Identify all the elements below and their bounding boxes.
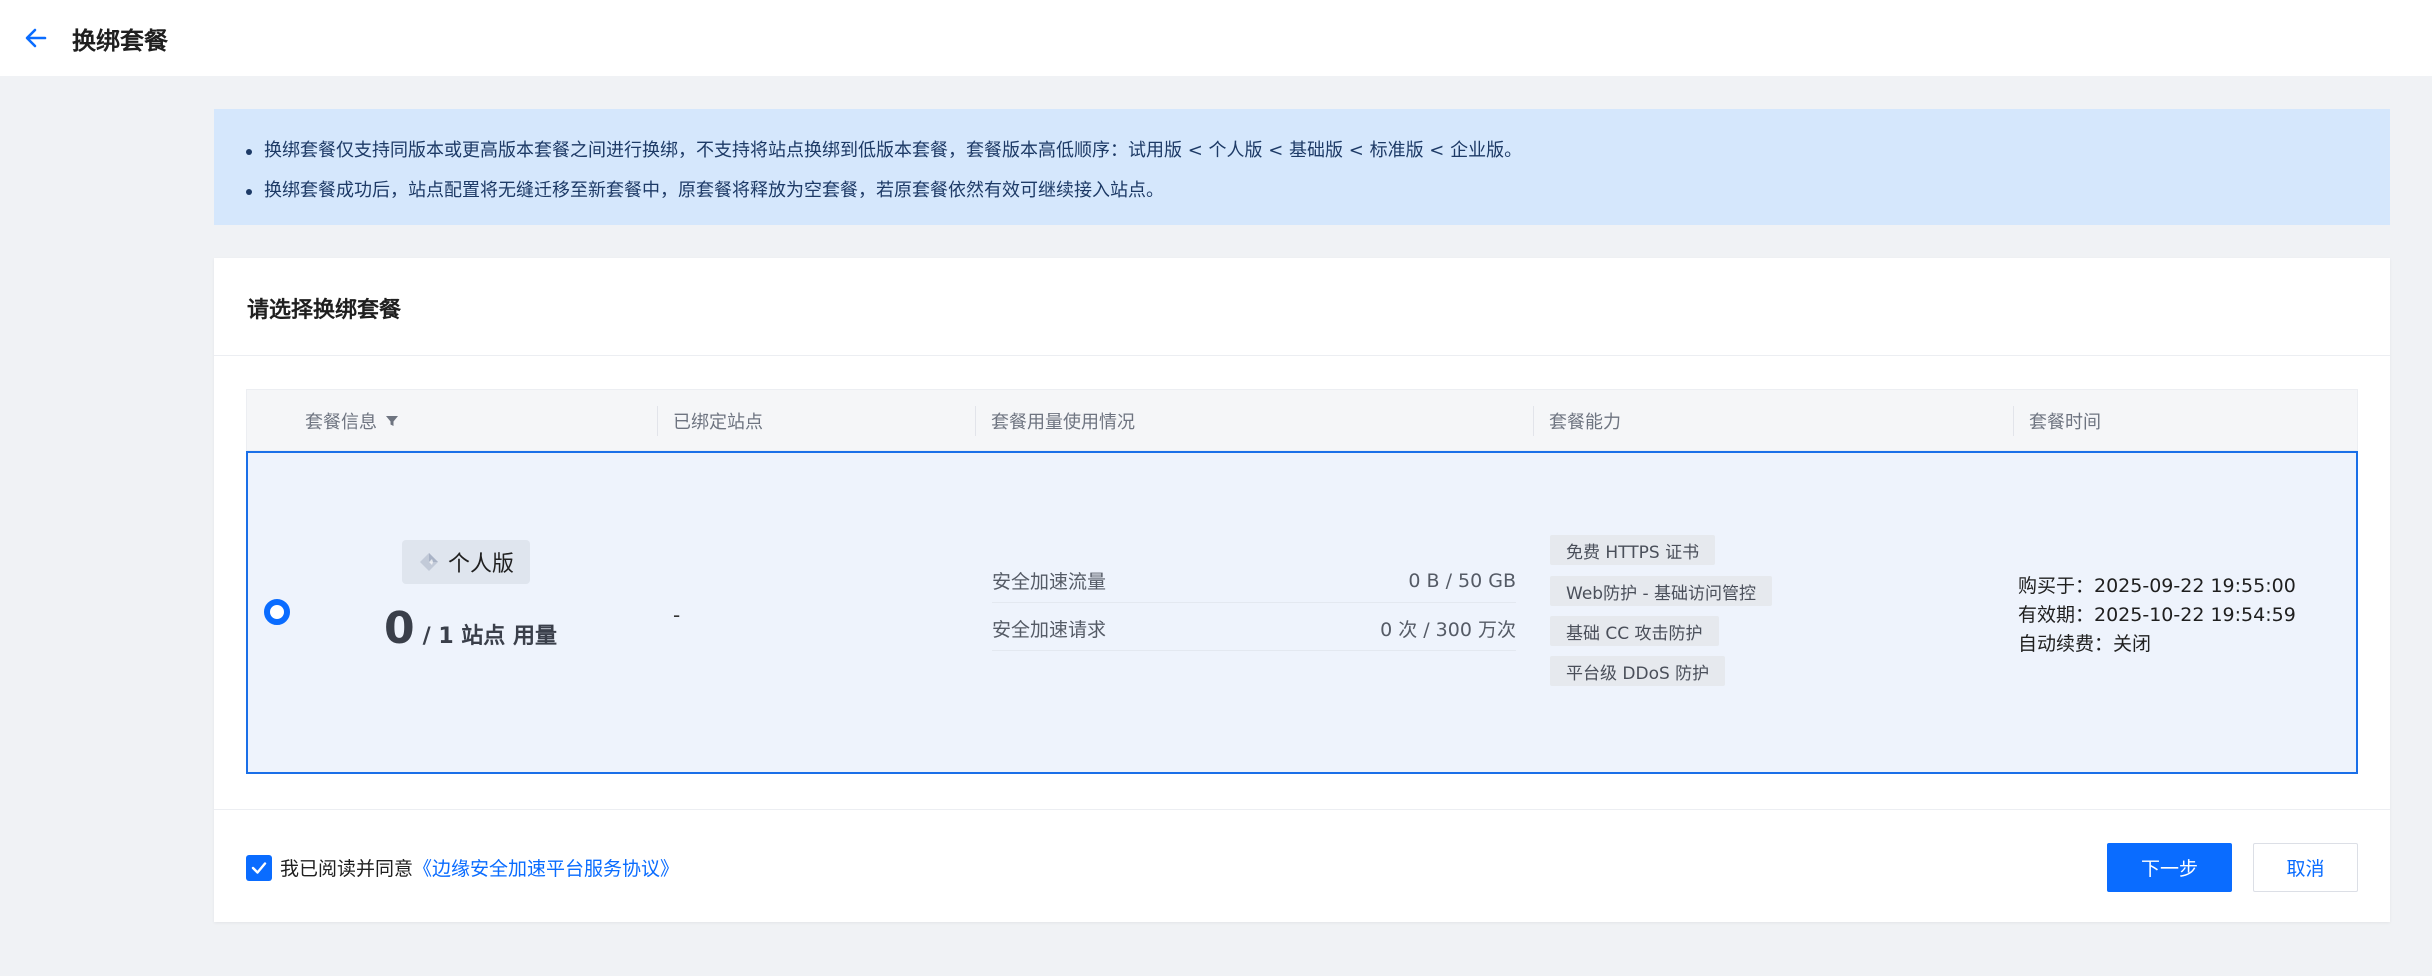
column-header-usage: 套餐用量使用情况 — [991, 412, 1135, 433]
checkbox-checked[interactable] — [246, 854, 272, 881]
plan-select-card: 请选择换绑套餐 套餐信息 已绑定站点 套餐用量使用情况 套餐能力 套餐时间 个人… — [214, 258, 2390, 922]
bound-sites-value: - — [673, 603, 681, 627]
ability-tag: Web防护 - 基础访问管控 — [1550, 576, 1773, 606]
column-separator — [975, 406, 976, 436]
check-icon — [251, 861, 267, 874]
column-header-bound-sites: 已绑定站点 — [673, 412, 763, 433]
site-usage: 0 / 1 站点 用量 — [384, 603, 557, 654]
cancel-button[interactable]: 取消 — [2253, 843, 2358, 892]
filter-icon[interactable] — [385, 414, 399, 428]
plan-badge: 个人版 — [402, 540, 530, 584]
notice-line: 换绑套餐仅支持同版本或更高版本套餐之间进行换绑，不支持将站点换绑到低版本套餐，套… — [246, 131, 2358, 171]
column-separator — [657, 406, 658, 436]
table-header: 套餐信息 已绑定站点 套餐用量使用情况 套餐能力 套餐时间 — [246, 389, 2358, 451]
divider — [214, 355, 2390, 356]
usage-count: 0 — [384, 603, 415, 654]
agreement-label: 我已阅读并同意 — [280, 858, 414, 880]
table-row[interactable]: 个人版 0 / 1 站点 用量 - 安全加速流量 0 B / 50 GB 安全加… — [246, 451, 2358, 774]
metric-traffic: 安全加速流量 0 B / 50 GB — [992, 559, 1516, 603]
ability-tag: 基础 CC 攻击防护 — [1550, 616, 1719, 646]
usage-total: / 1 站点 用量 — [422, 624, 557, 649]
notice-banner: 换绑套餐仅支持同版本或更高版本套餐之间进行换绑，不支持将站点换绑到低版本套餐，套… — [214, 109, 2390, 225]
metric-value: 0 次 / 300 万次 — [1380, 619, 1516, 641]
arrow-left-icon — [25, 28, 47, 48]
metric-requests: 安全加速请求 0 次 / 300 万次 — [992, 607, 1516, 651]
plan-table: 套餐信息 已绑定站点 套餐用量使用情况 套餐能力 套餐时间 个人版 0 / 1 … — [246, 389, 2358, 774]
back-button[interactable] — [22, 24, 50, 52]
metric-label: 安全加速请求 — [992, 619, 1107, 641]
metric-value: 0 B / 50 GB — [1408, 569, 1516, 592]
agreement-checkbox[interactable]: 我已阅读并同意 《边缘安全加速平台服务协议》 — [246, 854, 679, 881]
column-header-plan-info: 套餐信息 — [305, 390, 399, 452]
metric-label: 安全加速流量 — [992, 571, 1107, 593]
auto-renew-status: 自动续费：关闭 — [2018, 633, 2152, 655]
expiry-time: 有效期：2025-10-22 19:54:59 — [2018, 604, 2296, 626]
column-header-time: 套餐时间 — [2029, 412, 2101, 433]
purchase-time: 购买于：2025-09-22 19:55:00 — [2018, 575, 2296, 597]
agreement-link[interactable]: 《边缘安全加速平台服务协议》 — [413, 854, 679, 881]
ability-tag: 平台级 DDoS 防护 — [1550, 656, 1726, 686]
column-separator — [1533, 406, 1534, 436]
next-button[interactable]: 下一步 — [2107, 843, 2232, 892]
top-bar: 换绑套餐 — [0, 0, 2432, 76]
ability-tag: 免费 HTTPS 证书 — [1550, 535, 1716, 565]
plan-name: 个人版 — [447, 552, 514, 577]
diamond-icon — [419, 553, 438, 571]
column-separator — [2013, 406, 2014, 436]
divider — [214, 809, 2390, 810]
page-title: 换绑套餐 — [72, 26, 168, 55]
notice-line: 换绑套餐成功后，站点配置将无缝迁移至新套餐中，原套餐将释放为空套餐，若原套餐依然… — [246, 171, 2358, 211]
card-title: 请选择换绑套餐 — [247, 298, 402, 323]
plan-radio[interactable] — [264, 599, 290, 625]
column-header-abilities: 套餐能力 — [1549, 412, 1621, 433]
